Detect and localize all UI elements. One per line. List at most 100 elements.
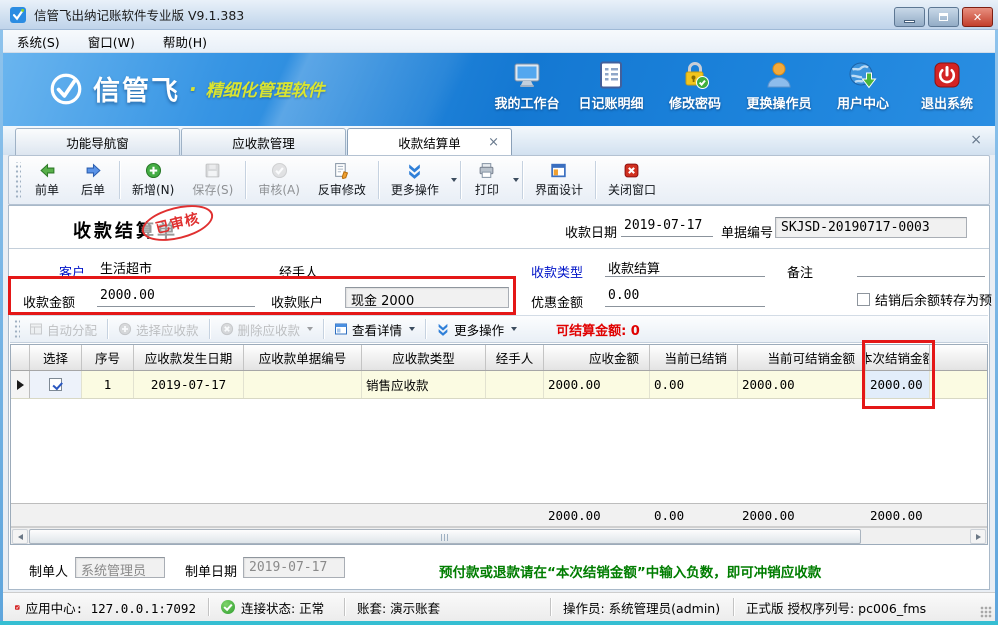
minimize-icon [904,20,915,23]
transfer-balance-option[interactable]: 结销后余额转存为预 [857,290,992,309]
restore-button[interactable] [928,7,959,27]
app-window: 信管飞出纳记账软件专业版 V9.1.383 ✕ 系统(S) 窗口(W) 帮助(H… [0,0,998,625]
header-settled[interactable]: 当前已结销 [650,345,738,370]
connection-ok-icon [221,600,235,614]
audit-button[interactable]: 审核(A) [249,159,309,201]
dropdown-caret-icon[interactable] [409,327,415,331]
account-field[interactable]: 现金 2000 [345,287,509,308]
row-this-settle-cell[interactable]: 2000.00 [866,371,930,398]
toolbar-separator [107,319,108,339]
row-docno-cell [244,371,362,398]
customer-field[interactable]: 生活超市 [97,258,255,277]
workstation-button[interactable]: 我的工作台 [485,60,569,112]
account-label: 收款账户 [271,292,323,311]
receipt-date-field[interactable]: 2019-07-17 [621,218,713,237]
receipt-type-field[interactable]: 收款结算 [605,258,765,277]
edit-document-icon [333,162,350,179]
handler-label: 经手人 [279,262,318,281]
current-row-arrow-icon [17,380,24,390]
app-center-icon [15,600,20,615]
header-date[interactable]: 应收款发生日期 [134,345,244,370]
prev-doc-button[interactable]: 前单 [24,159,70,201]
toolbar-grip [14,319,20,339]
password-lock-icon [680,60,710,90]
tab-receivables-mgmt[interactable]: 应收款管理 [181,128,346,155]
row-select-cell[interactable] [30,371,82,398]
switch-operator-button[interactable]: 更换操作员 [737,60,821,112]
brand-logo: 信管飞 · 精细化管理软件 [48,69,325,108]
print-button[interactable]: 打印 [464,159,510,201]
header-indicator [11,345,30,370]
dropdown-caret-icon[interactable] [513,178,519,182]
audit-check-icon [271,162,288,179]
grid-header-row: 选择 序号 应收款发生日期 应收款单据编号 应收款类型 经手人 应收金额 当前已… [11,345,987,371]
change-password-button[interactable]: 修改密码 [653,60,737,112]
doc-no-field: SKJSD-20190717-0003 [775,217,967,238]
row-seq-cell: 1 [82,371,134,398]
header-select[interactable]: 选择 [30,345,82,370]
app-logo-icon [10,7,26,23]
delete-receivable-button[interactable]: 删除应收款 [213,317,321,342]
menu-system[interactable]: 系统(S) [3,30,74,52]
journal-detail-button[interactable]: 日记账明细 [569,60,653,112]
header-handler[interactable]: 经手人 [486,345,544,370]
user-center-globe-icon [848,60,878,90]
user-center-button[interactable]: 用户中心 [821,60,905,112]
transfer-balance-checkbox[interactable] [857,293,870,306]
menu-bar: 系统(S) 窗口(W) 帮助(H) [3,30,995,53]
dropdown-caret-icon[interactable] [451,178,457,182]
row-type-cell: 销售应收款 [362,371,486,398]
remark-field[interactable] [857,258,985,277]
view-detail-button[interactable]: 查看详情 [327,317,422,342]
exit-system-button[interactable]: 退出系统 [905,60,989,112]
table-row[interactable]: 1 2019-07-17 销售应收款 2000.00 0.00 2000.00 … [11,371,987,399]
brand-logo-icon [48,71,84,107]
header-docno[interactable]: 应收款单据编号 [244,345,362,370]
next-doc-button[interactable]: 后单 [70,159,116,201]
tab-receipt-settlement[interactable]: 收款结算单 × [347,128,512,156]
discount-field[interactable]: 0.00 [605,288,765,307]
handler-field[interactable] [333,258,509,277]
ui-design-button[interactable]: 界面设计 [526,159,592,201]
title-bar: 信管飞出纳记账软件专业版 V9.1.383 ✕ [0,0,998,30]
resize-grip[interactable] [980,606,992,618]
header-type[interactable]: 应收款类型 [362,345,486,370]
toolbar-separator [595,161,596,199]
auto-assign-button[interactable]: 自动分配 [22,317,104,342]
save-button[interactable]: 保存(S) [183,159,242,201]
document-close-icon[interactable]: × [970,132,982,148]
select-receivable-button[interactable]: 选择应收款 [111,317,206,342]
header-seq[interactable]: 序号 [82,345,134,370]
minimize-button[interactable] [894,7,925,27]
grid-more-actions-button[interactable]: 更多操作 [429,317,524,342]
new-button[interactable]: 新增(N) [123,159,183,201]
close-button[interactable]: ✕ [962,7,993,27]
arrow-right-icon [85,162,102,179]
app-center-status: 应用中心: 127.0.0.1:7092 [3,598,208,617]
scroll-right-arrow[interactable] [970,529,986,544]
header-available[interactable]: 当前可结销金额 [738,345,866,370]
close-window-button[interactable]: 关闭窗口 [599,159,665,201]
row-checkbox[interactable] [49,378,62,391]
menu-window[interactable]: 窗口(W) [74,30,149,52]
horizontal-scrollbar[interactable] [11,527,987,544]
header-amount[interactable]: 应收金额 [544,345,650,370]
scrollbar-thumb[interactable] [29,529,861,544]
more-actions-button[interactable]: 更多操作 [382,159,448,201]
unaudit-modify-button[interactable]: 反审修改 [309,159,375,201]
grid-totals-row: 2000.00 0.00 2000.00 2000.00 [11,503,987,527]
tab-close-icon[interactable]: × [488,136,499,149]
menu-help[interactable]: 帮助(H) [149,30,221,52]
total-amount: 2000.00 [548,508,601,523]
right-arrow-icon [976,534,981,540]
transfer-balance-label: 结销后余额转存为预 [875,290,992,309]
amount-field[interactable]: 2000.00 [97,288,255,307]
left-arrow-icon [18,534,23,540]
negative-amount-hint: 预付款或退款请在“本次结销金额”中输入负数，即可冲销应收款 [439,561,821,581]
scroll-left-arrow[interactable] [12,529,28,544]
arrow-left-icon [39,162,56,179]
dropdown-caret-icon[interactable] [511,327,517,331]
tab-function-nav[interactable]: 功能导航窗 [15,128,180,155]
header-this-settle[interactable]: 本次结销金额 [866,345,930,370]
create-date-label: 制单日期 [185,561,237,580]
